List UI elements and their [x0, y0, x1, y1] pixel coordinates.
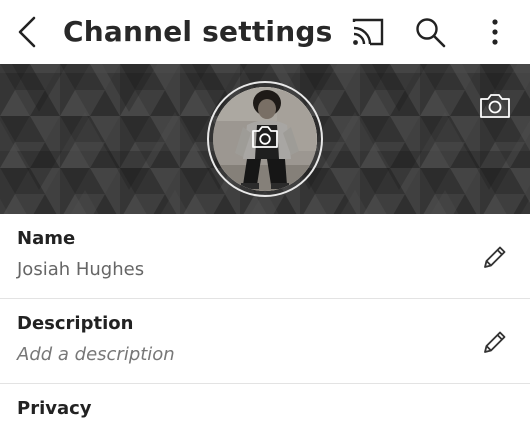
privacy-setting-row[interactable]: Privacy [0, 384, 530, 442]
more-vert-icon[interactable] [484, 14, 506, 50]
avatar-photo [207, 81, 323, 197]
back-arrow-icon[interactable] [12, 14, 46, 50]
description-placeholder: Add a description [17, 344, 175, 365]
channel-banner[interactable] [0, 64, 530, 214]
avatar[interactable] [207, 81, 323, 197]
edit-name-pencil-icon[interactable] [480, 242, 510, 272]
search-icon[interactable] [414, 16, 448, 50]
privacy-label: Privacy [17, 398, 92, 419]
name-setting-row[interactable]: Name Josiah Hughes [0, 214, 530, 299]
edit-description-pencil-icon[interactable] [480, 327, 510, 357]
name-value: Josiah Hughes [17, 259, 145, 280]
name-label: Name [17, 228, 76, 249]
camera-icon[interactable] [478, 92, 512, 120]
cast-icon[interactable] [350, 16, 386, 48]
description-setting-row[interactable]: Description Add a description [0, 299, 530, 384]
page-title: Channel settings [63, 15, 333, 48]
description-label: Description [17, 313, 134, 334]
app-bar: Channel settings [0, 0, 530, 64]
